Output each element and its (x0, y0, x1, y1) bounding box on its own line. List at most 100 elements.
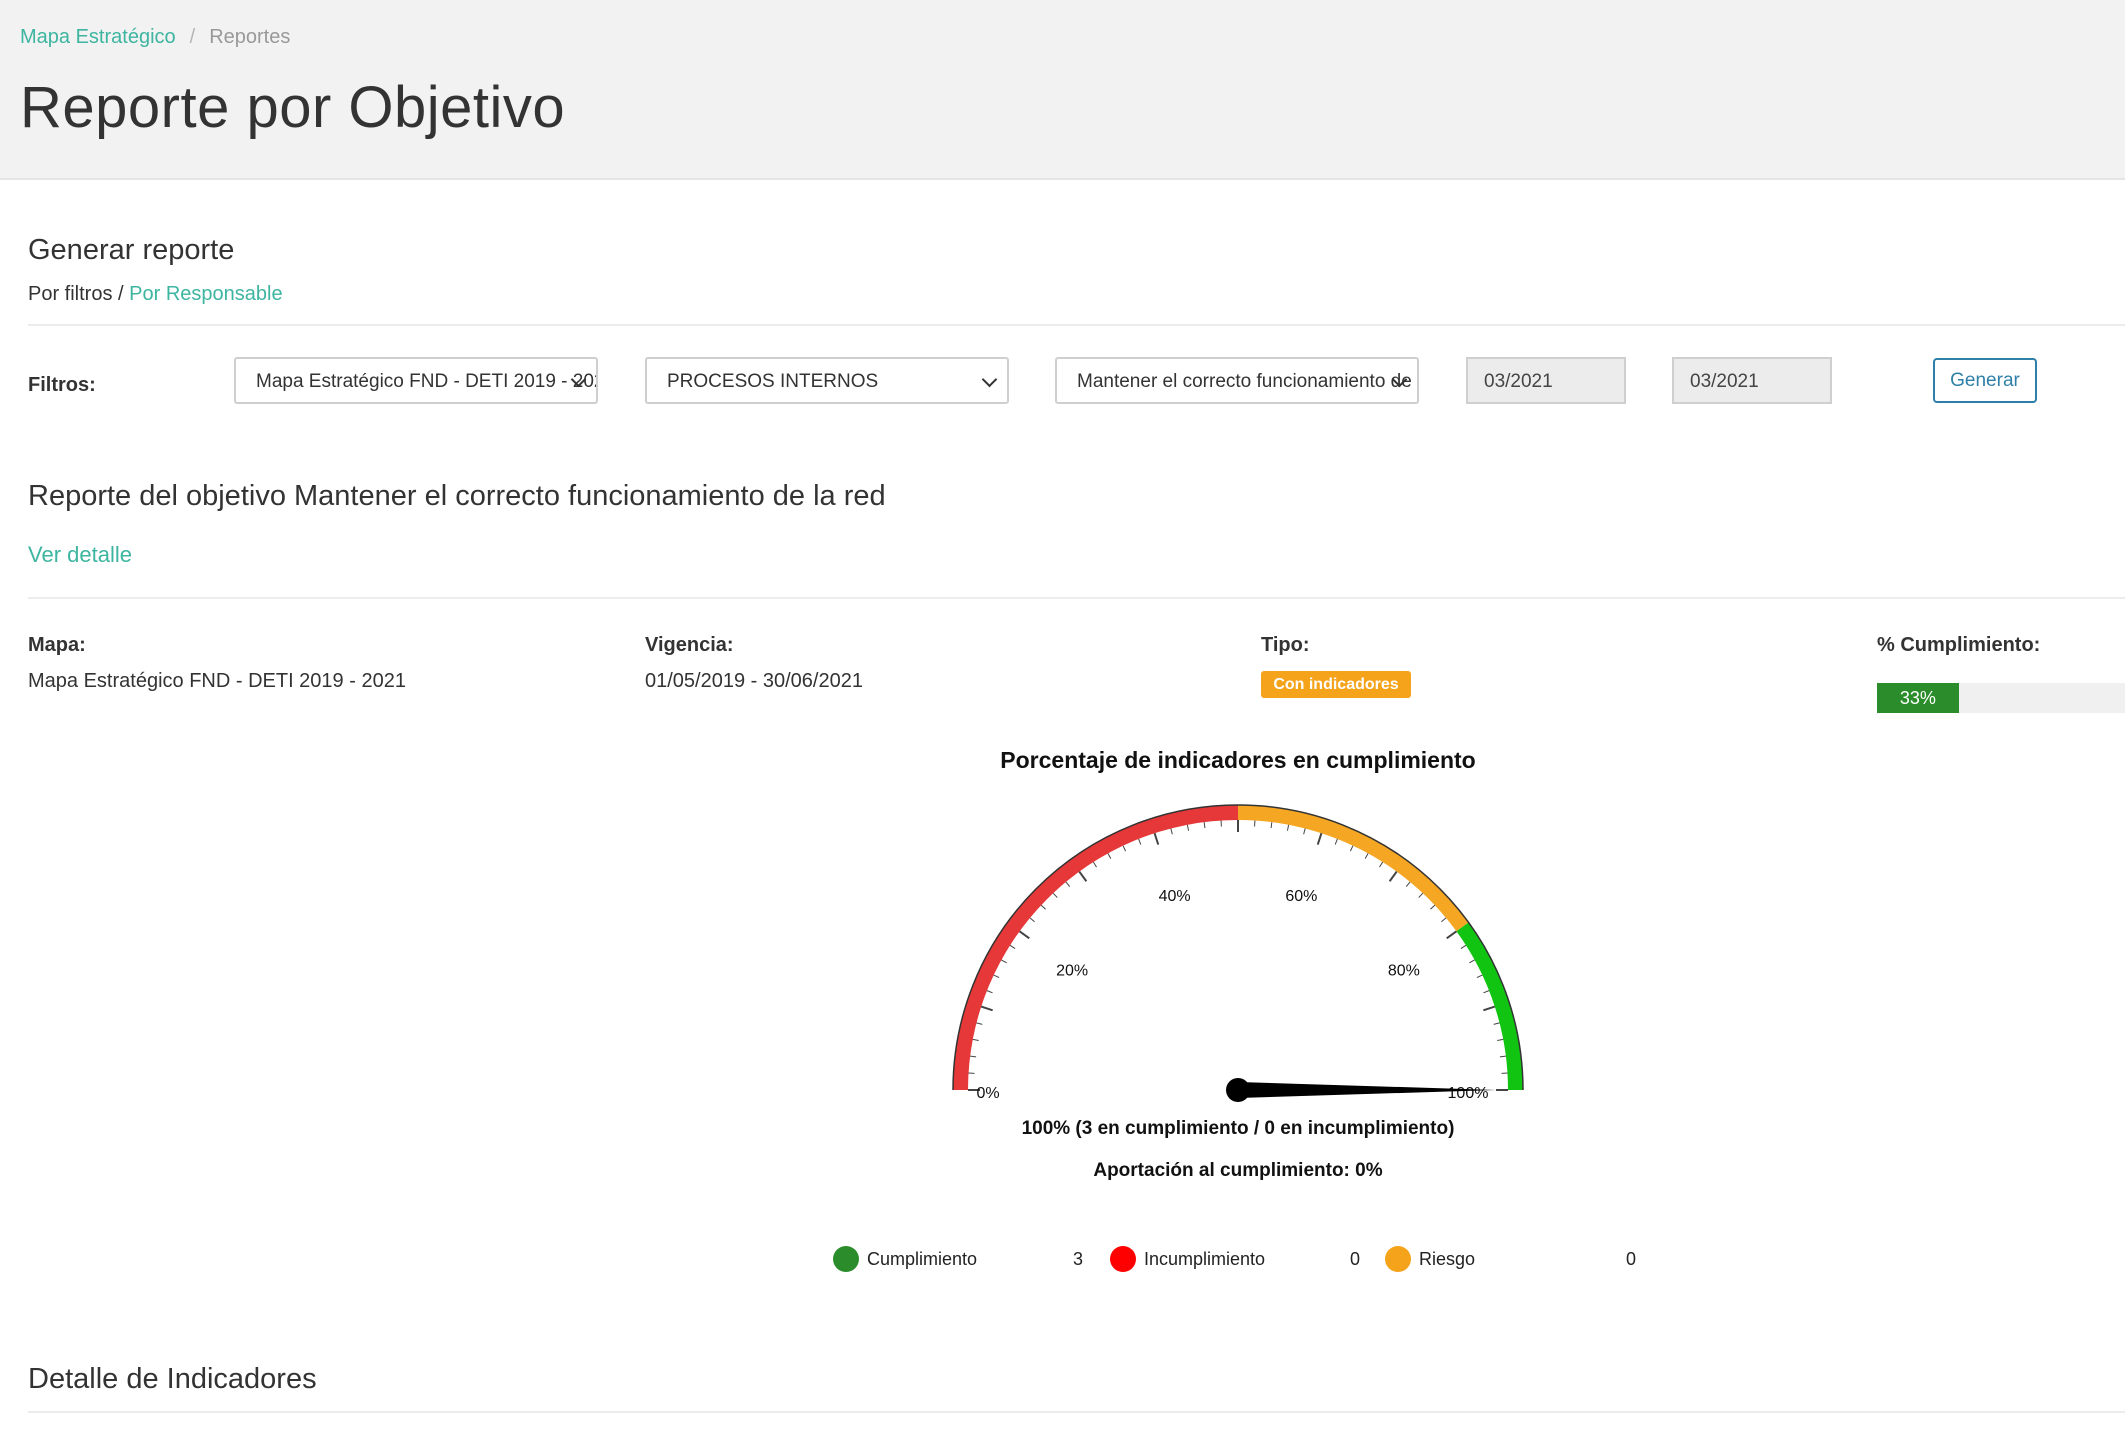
map-label: Mapa: (28, 634, 86, 656)
breadcrumb-separator: / (189, 26, 196, 48)
gauge-tick (1040, 904, 1046, 910)
filter-mode-label: Por filtros / (28, 283, 124, 305)
breadcrumb-link-mapa[interactable]: Mapa Estratégico (20, 26, 176, 49)
legend-count-incumplimiento: 0 (1350, 1249, 1361, 1269)
gauge-tick (993, 974, 1000, 979)
compliance-progress-bar: 33% (1877, 683, 2125, 713)
gauge-tick (1153, 832, 1160, 845)
legend-count-cumplimiento: 3 (1073, 1249, 1084, 1269)
gauge-tick (1303, 828, 1306, 835)
gauge-tick-label: 0% (976, 1085, 999, 1102)
generate-report-title: Generar reporte (28, 234, 235, 266)
perspective-select-value: PROCESOS INTERNOS (667, 371, 879, 392)
generate-button[interactable]: Generar (1933, 358, 2037, 403)
gauge-tick (1493, 1022, 1500, 1025)
date-to-input[interactable]: 03/2021 (1672, 357, 1832, 404)
legend-dot-riesgo (1385, 1246, 1411, 1272)
objective-select-value: Mantener el correcto funcionamiento de l… (1077, 371, 1417, 392)
detail-section-title: Detalle de Indicadores (28, 1363, 317, 1395)
type-label: Tipo: (1261, 634, 1310, 656)
gauge-tick-label: 60% (1285, 888, 1317, 905)
gauge-band-0 (953, 805, 1238, 1090)
gauge-tick (1379, 861, 1384, 868)
breadcrumb-current: Reportes (209, 26, 291, 48)
validity-value: 01/05/2019 - 30/06/2021 (645, 670, 863, 692)
report-mode-nav: Por filtros / Por Responsable (28, 283, 283, 306)
gauge-chart: 0% 20% 40% 60% 80% 100% (952, 804, 1524, 1102)
map-select[interactable]: Mapa Estratégico FND - DETI 2019 - 2021 (234, 357, 598, 404)
chevron-down-icon (981, 371, 998, 388)
legend-label-incumplimiento: Incumplimiento (1144, 1249, 1266, 1269)
by-owner-link[interactable]: Por Responsable (129, 283, 282, 305)
gauge-tick (1078, 870, 1088, 882)
type-badge: Con indicadores (1261, 671, 1411, 698)
gauge-tick (1499, 1055, 1506, 1058)
gauge-tick (1388, 870, 1398, 882)
gauge-tick (1418, 892, 1424, 898)
gauge-tick (1497, 1038, 1504, 1042)
report-title: Reporte del objetivo Mantener el correct… (28, 480, 886, 512)
gauge-tick (1446, 930, 1458, 940)
map-select-value: Mapa Estratégico FND - DETI 2019 - 2021 (256, 371, 598, 392)
gauge-needle-hub (1226, 1078, 1250, 1102)
gauge-tick (1460, 944, 1467, 949)
gauge-tick (1186, 824, 1190, 831)
map-value: Mapa Estratégico FND - DETI 2019 - 2021 (28, 670, 406, 692)
gauge-tick (1203, 822, 1206, 829)
gauge-tick (1405, 881, 1411, 887)
gauge-tick (976, 1022, 983, 1025)
gauge-tick (1483, 990, 1490, 994)
divider (28, 324, 2125, 326)
gauge-tick (1476, 974, 1483, 979)
gauge-tick (1107, 853, 1112, 859)
gauge-tick (1122, 845, 1127, 852)
gauge-tick-label: 20% (1056, 963, 1088, 980)
breadcrumb: Mapa Estratégico / Reportes (20, 26, 290, 49)
page-header: Mapa Estratégico / Reportes Reporte por … (0, 0, 2125, 180)
gauge-tick (1009, 944, 1016, 949)
divider (28, 597, 2125, 599)
gauge-band-1 (1238, 805, 1469, 932)
filters-label: Filtros: (28, 374, 96, 396)
legend-label-cumplimiento: Cumplimiento (867, 1249, 978, 1269)
legend-label-riesgo: Riesgo (1419, 1249, 1476, 1269)
gauge-tick (1430, 904, 1436, 910)
divider (28, 1411, 2125, 1413)
gauge-band-2 (1456, 922, 1523, 1090)
compliance-label: % Cumplimiento: (1877, 634, 2041, 656)
objective-select[interactable]: Mantener el correcto funcionamiento de l… (1055, 357, 1419, 404)
gauge-tick (1270, 822, 1273, 829)
gauge-tick (1349, 845, 1354, 852)
legend-count-riesgo: 0 (1626, 1249, 1637, 1269)
date-from-input[interactable]: 03/2021 (1466, 357, 1626, 404)
perspective-select[interactable]: PROCESOS INTERNOS (645, 357, 1009, 404)
gauge-tick-label: 40% (1159, 888, 1191, 905)
gauge-tick (1029, 917, 1035, 923)
gauge-tick (1441, 917, 1447, 923)
gauge-tick (1316, 832, 1323, 845)
chart-title: Porcentaje de indicadores en cumplimient… (1000, 747, 1476, 773)
gauge-tick (1483, 1005, 1496, 1012)
legend-dot-cumplimiento (833, 1246, 859, 1272)
gauge-tick (970, 1055, 977, 1058)
gauge-tick (1092, 861, 1097, 868)
gauge-tick (1170, 828, 1173, 835)
gauge-outline (952, 804, 1524, 1091)
legend-dot-incumplimiento (1110, 1246, 1136, 1272)
gauge-tick (986, 990, 993, 994)
gauge-caption: 100% (3 en cumplimiento / 0 en incumplim… (1021, 1118, 1455, 1139)
gauge-tick-label: 100% (1448, 1085, 1489, 1102)
gauge-tick (1052, 892, 1058, 898)
gauge-tick (972, 1038, 979, 1042)
gauge-contribution: Aportación al cumplimiento: 0% (1093, 1160, 1383, 1181)
gauge-tick (1138, 838, 1142, 845)
gauge-tick (1334, 838, 1338, 845)
page-title: Reporte por Objetivo (20, 75, 566, 140)
gauge-tick (1065, 881, 1071, 887)
compliance-progress-fill: 33% (1877, 683, 1959, 713)
gauge-tick (1469, 959, 1475, 964)
view-detail-link[interactable]: Ver detalle (28, 542, 132, 568)
gauge-tick (1018, 930, 1030, 940)
gauge-tick (1286, 824, 1290, 831)
gauge-tick (980, 1005, 993, 1012)
